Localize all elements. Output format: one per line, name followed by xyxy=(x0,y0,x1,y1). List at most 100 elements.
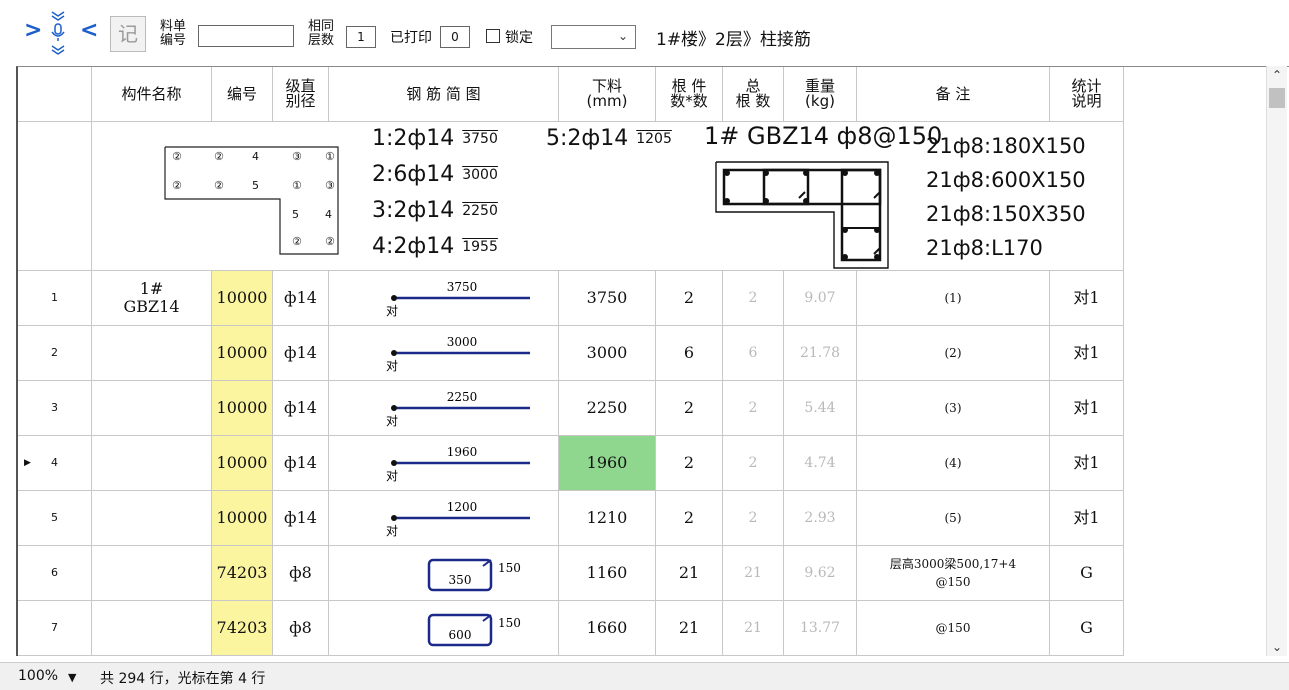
printed-count-input[interactable]: 0 xyxy=(440,26,470,48)
lock-checkbox[interactable] xyxy=(486,29,500,43)
cell-total-count[interactable]: 2 xyxy=(723,491,784,546)
cell-remark[interactable]: (4) xyxy=(857,436,1050,491)
cell-cut-length[interactable]: 1660 xyxy=(559,601,656,656)
cell-count[interactable]: 2 xyxy=(656,491,723,546)
cell-remark[interactable]: 层高3000梁500,17+4 @150 xyxy=(857,546,1050,601)
cell-component-name[interactable]: 1# GBZ14 xyxy=(92,271,212,326)
cell-total-count[interactable]: 6 xyxy=(723,326,784,381)
table-row[interactable]: 1 1# GBZ14 10000 ф14 3750 对 3750 2 2 9.07 (1) 对1 xyxy=(18,271,1124,326)
cell-cut-length[interactable]: 1160 xyxy=(559,546,656,601)
cell-code[interactable]: 74203 xyxy=(212,601,273,656)
cell-grade-diameter[interactable]: ф14 xyxy=(273,326,329,381)
cell-row-index[interactable]: 7 xyxy=(18,601,92,656)
cell-row-index[interactable]: 5 xyxy=(18,491,92,546)
cell-code[interactable]: 10000 xyxy=(212,326,273,381)
cell-weight[interactable]: 13.77 xyxy=(784,601,857,656)
zoom-level[interactable]: 100% xyxy=(18,668,58,684)
cell-stat-note[interactable]: 对1 xyxy=(1050,326,1124,381)
cell-row-index[interactable]: 6 xyxy=(18,546,92,601)
cell-cut-length[interactable]: 3000 xyxy=(559,326,656,381)
cell-grade-diameter[interactable]: ф8 xyxy=(273,601,329,656)
cell-component-name[interactable] xyxy=(92,491,212,546)
cell-stat-note[interactable]: 对1 xyxy=(1050,491,1124,546)
cell-total-count[interactable]: 21 xyxy=(723,601,784,656)
scroll-up-icon[interactable]: ⌃ xyxy=(1272,68,1282,82)
cell-remark[interactable]: (3) xyxy=(857,381,1050,436)
cell-remark[interactable]: (2) xyxy=(857,326,1050,381)
column-header-count[interactable]: 根 件 数*数 xyxy=(656,67,723,122)
cell-stat-note[interactable]: G xyxy=(1050,601,1124,656)
cell-stat-note[interactable]: G xyxy=(1050,546,1124,601)
cell-row-index[interactable]: ▶ 4 xyxy=(18,436,92,491)
cell-stat-note[interactable]: 对1 xyxy=(1050,271,1124,326)
cell-total-count[interactable]: 2 xyxy=(723,436,784,491)
cell-code[interactable]: 74203 xyxy=(212,546,273,601)
cell-cut-length[interactable]: 1960 xyxy=(559,436,656,491)
same-floor-input[interactable]: 1 xyxy=(346,26,376,48)
cell-component-name[interactable] xyxy=(92,381,212,436)
cell-stat-note[interactable]: 对1 xyxy=(1050,381,1124,436)
column-header-code[interactable]: 编号 xyxy=(212,67,273,122)
cell-count[interactable]: 6 xyxy=(656,326,723,381)
cell-code[interactable]: 10000 xyxy=(212,436,273,491)
cell-total-count[interactable]: 2 xyxy=(723,271,784,326)
cell-count[interactable]: 2 xyxy=(656,381,723,436)
filter-select[interactable]: ⌄ xyxy=(551,25,636,49)
zoom-dropdown-icon[interactable]: ▼ xyxy=(68,671,76,684)
table-row[interactable]: ▶ 4 10000 ф14 1960 对 1960 2 2 4.74 (4) 对1 xyxy=(18,436,1124,491)
column-header-bar-shape[interactable]: 钢 筋 简 图 xyxy=(329,67,559,122)
cell-component-name[interactable] xyxy=(92,601,212,656)
prev-arrow-icon[interactable]: < xyxy=(80,20,98,42)
cell-grade-diameter[interactable]: ф14 xyxy=(273,381,329,436)
column-header-grade-diameter[interactable]: 级直 别径 xyxy=(273,67,329,122)
vertical-scrollbar[interactable]: ⌃ ⌄ xyxy=(1266,66,1287,656)
record-button[interactable]: 记 xyxy=(110,16,146,52)
column-header-component-name[interactable]: 构件名称 xyxy=(92,67,212,122)
table-row[interactable]: 3 10000 ф14 2250 对 2250 2 2 5.44 (3) 对1 xyxy=(18,381,1124,436)
column-header-total-count[interactable]: 总 根 数 xyxy=(723,67,784,122)
cell-remark[interactable]: (1) xyxy=(857,271,1050,326)
cell-grade-diameter[interactable]: ф14 xyxy=(273,436,329,491)
cell-weight[interactable]: 9.07 xyxy=(784,271,857,326)
table-row[interactable]: 6 74203 ф8 350 150 1160 21 21 9.62 层高3000梁500,17+… xyxy=(18,546,1124,601)
table-row[interactable]: 2 10000 ф14 3000 对 3000 6 6 21.78 (2) 对1 xyxy=(18,326,1124,381)
cell-remark[interactable]: @150 xyxy=(857,601,1050,656)
cell-row-index[interactable]: 3 xyxy=(18,381,92,436)
table-row[interactable]: 7 74203 ф8 600 150 1660 21 21 13.77 @150 G xyxy=(18,601,1124,656)
cell-remark[interactable]: (5) xyxy=(857,491,1050,546)
scrollbar-thumb[interactable] xyxy=(1269,88,1285,108)
cell-weight[interactable]: 5.44 xyxy=(784,381,857,436)
cell-row-index[interactable]: 1 xyxy=(18,271,92,326)
cell-grade-diameter[interactable]: ф14 xyxy=(273,491,329,546)
cell-component-name[interactable] xyxy=(92,326,212,381)
component-drawing[interactable]: ② ② 4 ③ ① ② ② 5 ① ③ 5 4 ② ② 1:2ф14 3750 2:6ф14 3000 3:2ф1… xyxy=(92,122,1124,271)
cell-weight[interactable]: 2.93 xyxy=(784,491,857,546)
cell-code[interactable]: 10000 xyxy=(212,271,273,326)
cell-code[interactable]: 10000 xyxy=(212,381,273,436)
cell-grade-diameter[interactable]: ф14 xyxy=(273,271,329,326)
column-header-stat-note[interactable]: 统计 说明 xyxy=(1050,67,1124,122)
cell-weight[interactable]: 9.62 xyxy=(784,546,857,601)
cell-cut-length[interactable]: 1210 xyxy=(559,491,656,546)
column-header-remark[interactable]: 备 注 xyxy=(857,67,1050,122)
cell-count[interactable]: 21 xyxy=(656,601,723,656)
cell-grade-diameter[interactable]: ф8 xyxy=(273,546,329,601)
next-arrow-icon[interactable]: > xyxy=(24,20,42,42)
cell-total-count[interactable]: 2 xyxy=(723,381,784,436)
cell-component-name[interactable] xyxy=(92,436,212,491)
cell-count[interactable]: 2 xyxy=(656,271,723,326)
cell-weight[interactable]: 4.74 xyxy=(784,436,857,491)
microphone-icon[interactable] xyxy=(48,8,68,58)
cell-count[interactable]: 21 xyxy=(656,546,723,601)
scroll-down-icon[interactable]: ⌄ xyxy=(1272,640,1282,654)
cell-cut-length[interactable]: 3750 xyxy=(559,271,656,326)
column-header-row-index[interactable] xyxy=(18,67,92,122)
cell-stat-note[interactable]: 对1 xyxy=(1050,436,1124,491)
cell-total-count[interactable]: 21 xyxy=(723,546,784,601)
cell-cut-length[interactable]: 2250 xyxy=(559,381,656,436)
column-header-weight[interactable]: 重量 (kg) xyxy=(784,67,857,122)
cell-row-index[interactable]: 2 xyxy=(18,326,92,381)
cell-count[interactable]: 2 xyxy=(656,436,723,491)
table-row[interactable]: 5 10000 ф14 1200 对 1210 2 2 2.93 (5) 对1 xyxy=(18,491,1124,546)
cell-code[interactable]: 10000 xyxy=(212,491,273,546)
